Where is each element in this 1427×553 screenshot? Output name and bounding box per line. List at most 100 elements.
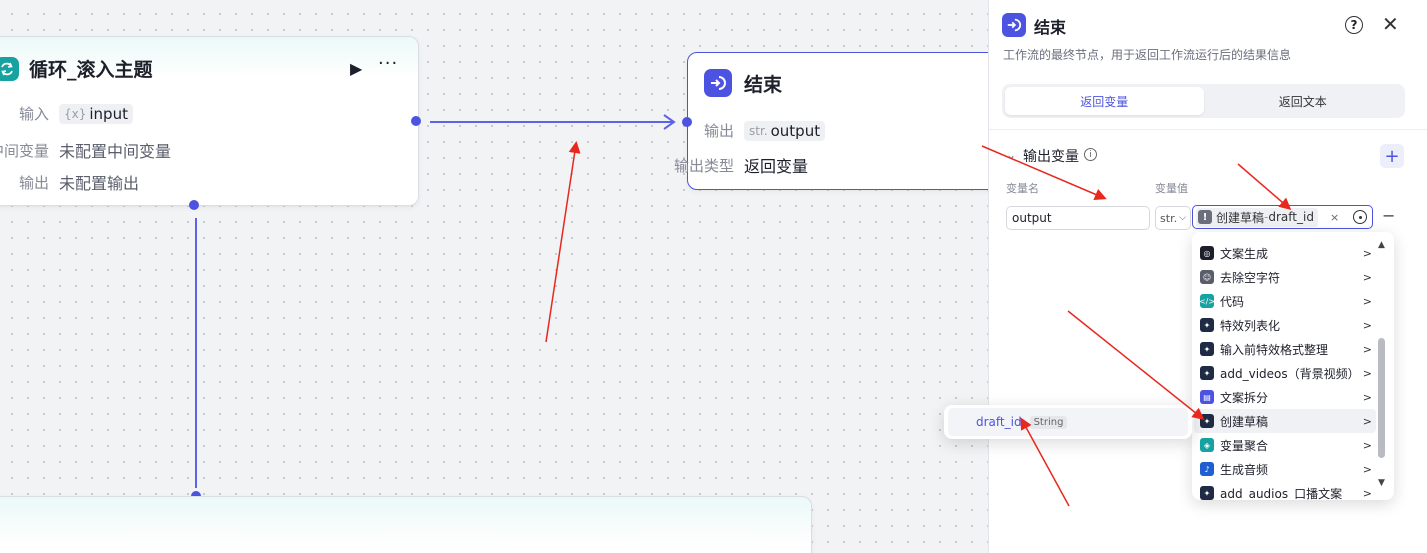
remove-row-button[interactable]: − [1382,206,1395,225]
dropdown-item-label: 代码 [1220,294,1245,309]
output-value: 未配置输出 [59,174,140,193]
variable-option-draft-id[interactable]: draft_id String [948,408,1188,436]
annotation-arrow [545,141,581,343]
variable-name: draft_id [976,415,1022,429]
run-icon[interactable]: ▶ [350,59,362,78]
dropdown-item[interactable]: ✦ 创建草稿 > [1194,409,1376,433]
ref-node-name: 创建草稿 [1216,210,1265,225]
chevron-right-icon: > [1362,486,1372,500]
row-label: 输入 [18,105,49,123]
variable-source-dropdown: ◎ 文案生成 > ☺ 去除空字符 > </> 代码 > ✦ 特效列表化 > ✦ 输入前特效格式整理 > ✦ ad… [1192,232,1394,500]
object-type-icon: {x} [64,106,87,121]
dropdown-item[interactable]: ✦ 输入前特效格式整理 > [1194,337,1376,361]
help-icon[interactable]: ? [1345,16,1363,34]
info-icon[interactable]: i [1084,148,1097,161]
code-icon: </> [1199,294,1215,308]
plugin-icon: ✦ [1200,414,1214,428]
dropdown-item[interactable]: ♪ 生成音频 > [1194,457,1376,481]
end-icon [704,69,732,97]
chevron-right-icon: > [1362,366,1372,380]
loop-body-node[interactable] [0,496,812,553]
split-icon: ▤ [1200,390,1214,404]
loop-bottom-port[interactable] [189,200,199,210]
chevron-down-icon: ⌵ [1179,213,1186,223]
scroll-down-icon[interactable]: ▼ [1378,478,1385,488]
more-icon[interactable]: ··· [378,53,398,74]
audio-icon: ♪ [1200,462,1214,476]
chevron-right-icon: > [1362,438,1372,452]
loop-node[interactable]: 循环_滚入主题 ▶ ··· 输入 {x} input 中间变量 未配置中间变量 … [0,36,419,206]
tab-return-text[interactable]: 返回文本 [1204,87,1403,115]
row-label: 输出类型 [673,156,734,175]
ref-var-name: draft_id [1268,210,1314,224]
dropdown-item-label: add_audios_口播文案 [1220,486,1343,501]
merge-icon: ◈ [1200,438,1214,452]
output-var: output [770,121,821,140]
node-variable-popup: draft_id String [944,405,1192,439]
scroll-up-icon[interactable]: ▲ [1378,240,1385,250]
midvar-value: 未配置中间变量 [59,142,172,161]
return-mode-tabs: 返回变量 返回文本 [1002,84,1405,118]
output-vars-title: 输出变量 [1023,149,1079,165]
chevron-down-icon[interactable]: ⌄ [1006,148,1016,162]
loop-icon [0,56,19,81]
loop-midvar-row: 中间变量 未配置中间变量 [0,138,171,162]
variable-type-badge: String [1029,415,1068,429]
dropdown-scrollbar[interactable] [1378,338,1385,458]
clipped-item [1200,232,1300,234]
end-node-title: 结束 [744,73,783,96]
dropdown-item[interactable]: ◎ 文案生成 > [1194,241,1376,265]
chevron-right-icon: > [1362,342,1372,356]
add-variable-button[interactable]: + [1380,144,1404,168]
plugin-icon: ✦ [1200,318,1214,332]
openai-icon: ◎ [1200,246,1214,260]
chevron-right-icon: > [1362,390,1372,404]
reference-chip: ! 创建草稿 - draft_id [1196,207,1318,227]
end-output-row: 输出 str. output [684,120,826,141]
end-input-port[interactable] [682,117,692,127]
dropdown-item-label: add_videos（背景视频） [1220,366,1360,381]
close-icon[interactable]: ✕ [1382,12,1399,36]
loop-output-port[interactable] [411,116,421,126]
chevron-right-icon: > [1362,318,1372,332]
clear-icon[interactable]: × [1330,211,1339,224]
var-reference-select[interactable]: ! 创建草稿 - draft_id × [1192,205,1373,229]
chevron-right-icon: > [1362,270,1372,284]
loop-node-title: 循环_滚入主题 [29,59,153,81]
dropdown-item-label: 特效列表化 [1220,318,1281,333]
edge-arrowhead [663,114,676,130]
dropdown-item[interactable]: ☺ 去除空字符 > [1194,265,1376,289]
type-select-value: str. [1160,211,1178,225]
end-node[interactable]: 结束 输出 str. output 输出类型 返回变量 [674,52,1007,190]
divider [989,129,1427,130]
dropdown-item[interactable]: </> 代码 > [1194,289,1376,313]
input-tag: {x} input [59,103,133,124]
end-icon [1002,13,1026,37]
target-icon[interactable] [1353,210,1367,224]
dropdown-item[interactable]: ◈ 变量聚合 > [1194,433,1376,457]
panel-description: 工作流的最终节点，用于返回工作流运行后的结果信息 [1003,48,1292,62]
input-value: input [89,104,128,123]
dropdown-item-label: 创建草稿 [1220,414,1269,429]
tab-return-variable[interactable]: 返回变量 [1005,87,1204,115]
loop-input-row: 输入 {x} input [0,103,133,124]
dropdown-item-label: 文案拆分 [1220,390,1269,405]
end-type-row: 输出类型 返回变量 [674,153,809,177]
type-select[interactable]: str. ⌵ [1155,206,1191,230]
panel-title: 结束 [1034,18,1067,37]
chevron-right-icon: > [1362,294,1372,308]
warning-icon: ! [1198,210,1212,224]
string-type-icon: str. [749,123,768,138]
plugin-icon: ✦ [1200,366,1214,380]
output-type-value: 返回变量 [744,157,809,176]
dropdown-item-label: 生成音频 [1220,462,1269,477]
dropdown-item-label: 文案生成 [1220,246,1269,261]
dropdown-item[interactable]: ▤ 文案拆分 > [1194,385,1376,409]
dropdown-item[interactable]: ✦ add_audios_口播文案 > [1194,481,1376,500]
row-label: 输出 [18,173,49,192]
dropdown-item[interactable]: ✦ 特效列表化 > [1194,313,1376,337]
plugin-icon: ✦ [1200,486,1214,500]
dropdown-item-label: 变量聚合 [1220,438,1269,453]
var-name-input[interactable] [1006,206,1150,230]
dropdown-item[interactable]: ✦ add_videos（背景视频） > [1194,361,1376,385]
